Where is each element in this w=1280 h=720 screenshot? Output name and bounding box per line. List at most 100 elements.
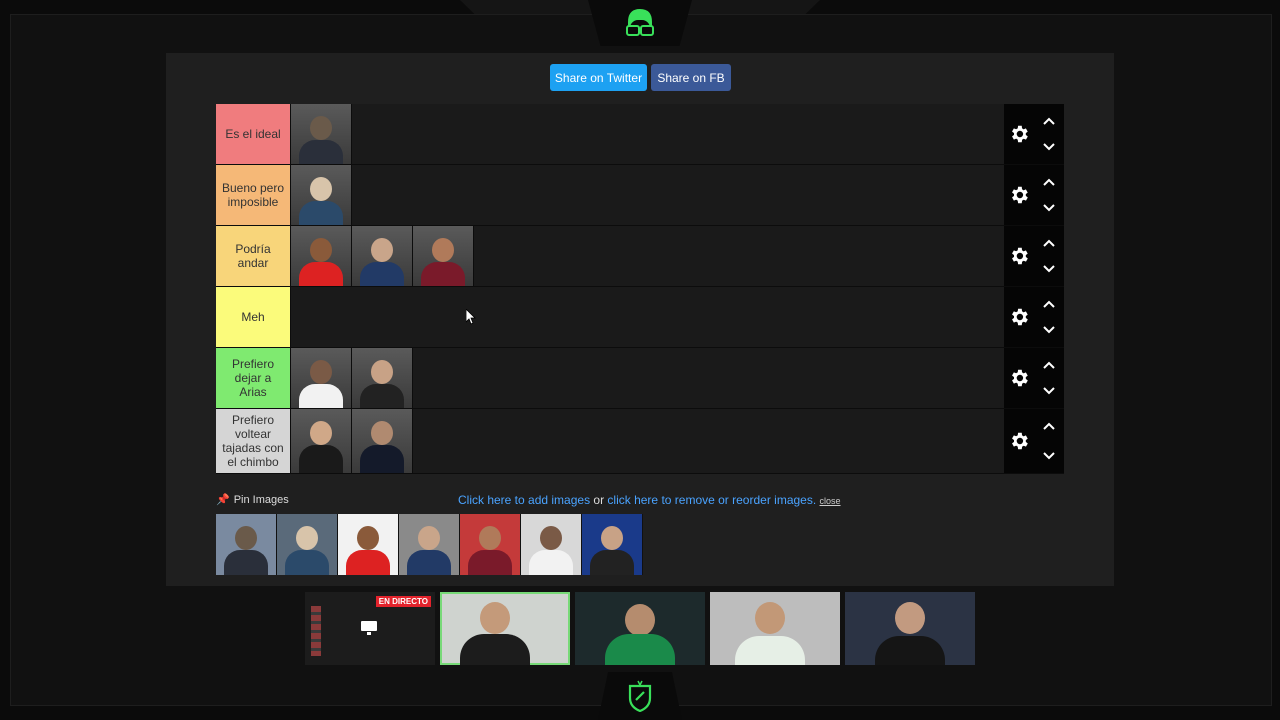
person-body — [346, 550, 390, 575]
pool-image[interactable] — [338, 514, 399, 575]
tier-image[interactable] — [413, 226, 474, 286]
tier-label[interactable]: Podría andar — [216, 226, 291, 286]
person-body — [299, 262, 343, 286]
image-links: Click here to add images or click here t… — [458, 493, 841, 507]
bottom-logo — [598, 672, 682, 720]
person-head — [371, 421, 393, 445]
person-body — [421, 262, 465, 286]
person-head — [310, 177, 332, 201]
cam-streamer-1[interactable] — [440, 592, 570, 665]
avatar-logo-icon — [626, 9, 654, 38]
person-body — [299, 445, 343, 473]
tier-image[interactable] — [352, 409, 413, 473]
cam-streamer-3[interactable] — [710, 592, 840, 665]
tier-image[interactable] — [352, 348, 413, 408]
tier-items[interactable] — [291, 287, 1004, 347]
tier-items[interactable] — [291, 409, 1004, 473]
chevron-down-icon[interactable] — [1042, 142, 1056, 152]
tier-row: Meh — [216, 287, 1064, 348]
person-head — [310, 360, 332, 384]
person-head — [479, 526, 501, 550]
person-head — [310, 116, 332, 140]
person-head — [357, 526, 379, 550]
pin-images-toggle[interactable]: 📌 Pin Images — [216, 493, 289, 506]
shield-logo-icon — [628, 680, 652, 712]
chevron-down-icon[interactable] — [1042, 451, 1056, 461]
chevron-up-icon[interactable] — [1042, 177, 1056, 187]
chevron-up-icon[interactable] — [1042, 360, 1056, 370]
person-body — [360, 384, 404, 408]
chevron-down-icon[interactable] — [1042, 386, 1056, 396]
person-head — [371, 238, 393, 262]
tier-image[interactable] — [291, 409, 352, 473]
pool-image[interactable] — [582, 514, 643, 575]
person-head — [601, 526, 623, 550]
chevron-up-icon[interactable] — [1042, 421, 1056, 431]
tier-row: Podría andar — [216, 226, 1064, 287]
add-images-link[interactable]: Click here to add images — [458, 493, 590, 507]
tier-label[interactable]: Es el ideal — [216, 104, 291, 164]
image-pool — [216, 514, 643, 575]
chevron-down-icon[interactable] — [1042, 203, 1056, 213]
chevron-down-icon[interactable] — [1042, 325, 1056, 335]
pool-image[interactable] — [216, 514, 277, 575]
tier-image[interactable] — [291, 165, 352, 225]
tier-label[interactable]: Prefiero dejar a Arias — [216, 348, 291, 408]
chevron-up-icon[interactable] — [1042, 116, 1056, 126]
person-head — [235, 526, 257, 550]
pin-icon: 📌 — [216, 494, 230, 506]
tier-controls — [1004, 226, 1064, 286]
tier-image[interactable] — [291, 226, 352, 286]
cam-screen-share[interactable]: EN DIRECTO — [305, 592, 435, 665]
gear-icon[interactable] — [1008, 123, 1030, 145]
tier-controls — [1004, 409, 1064, 473]
live-badge: EN DIRECTO — [375, 596, 431, 607]
tier-items[interactable] — [291, 226, 1004, 286]
tier-image[interactable] — [291, 104, 352, 164]
gear-icon[interactable] — [1008, 245, 1030, 267]
webcam-strip: EN DIRECTO — [305, 592, 975, 665]
gear-icon[interactable] — [1008, 184, 1030, 206]
share-twitter-button[interactable]: Share on Twitter — [550, 64, 647, 91]
tier-table: Es el ideal Bueno pero imposible Podría an… — [216, 104, 1064, 474]
top-logo — [588, 0, 692, 46]
tier-label[interactable]: Bueno pero imposible — [216, 165, 291, 225]
tier-controls — [1004, 165, 1064, 225]
chevron-up-icon[interactable] — [1042, 299, 1056, 309]
pin-images-label: Pin Images — [233, 494, 289, 506]
tier-items[interactable] — [291, 104, 1004, 164]
cam-streamer-2[interactable] — [575, 592, 705, 665]
tier-list-panel: Share on Twitter Share on FB Es el ideal… — [166, 53, 1114, 586]
person-head — [310, 421, 332, 445]
close-link[interactable]: close — [820, 496, 841, 506]
pool-image[interactable] — [277, 514, 338, 575]
tier-controls — [1004, 287, 1064, 347]
gear-icon[interactable] — [1008, 306, 1030, 328]
share-fb-button[interactable]: Share on FB — [651, 64, 731, 91]
tier-image[interactable] — [291, 348, 352, 408]
gear-icon[interactable] — [1008, 367, 1030, 389]
person-body — [224, 550, 268, 575]
person-body — [360, 445, 404, 473]
pool-image[interactable] — [521, 514, 582, 575]
tier-items[interactable] — [291, 348, 1004, 408]
tier-image[interactable] — [352, 226, 413, 286]
person-body — [299, 201, 343, 225]
person-body — [285, 550, 329, 575]
chevron-up-icon[interactable] — [1042, 238, 1056, 248]
tier-label[interactable]: Prefiero voltear tajadas con el chimbo — [216, 409, 291, 473]
person-head — [432, 238, 454, 262]
person-body — [299, 140, 343, 164]
person-body — [590, 550, 634, 575]
pool-image[interactable] — [460, 514, 521, 575]
or-text: or — [590, 493, 608, 507]
cam-streamer-4[interactable] — [845, 592, 975, 665]
gear-icon[interactable] — [1008, 430, 1030, 452]
chevron-down-icon[interactable] — [1042, 264, 1056, 274]
person-head — [296, 526, 318, 550]
person-head — [418, 526, 440, 550]
pool-image[interactable] — [399, 514, 460, 575]
tier-items[interactable] — [291, 165, 1004, 225]
remove-reorder-link[interactable]: click here to remove or reorder images. — [607, 493, 816, 507]
tier-label[interactable]: Meh — [216, 287, 291, 347]
